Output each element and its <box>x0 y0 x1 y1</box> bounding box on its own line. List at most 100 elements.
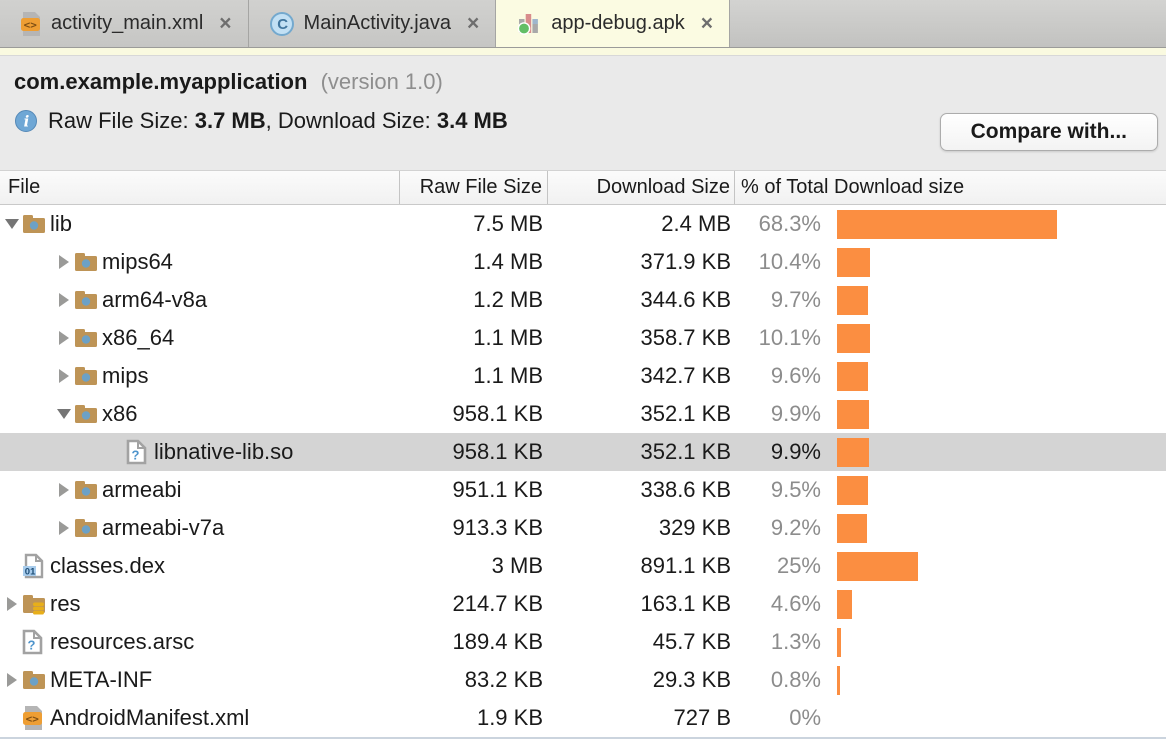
file-cell: x86_64 <box>0 325 400 351</box>
row-mips[interactable]: mips1.1 MB342.7 KB9.6% <box>0 357 1166 395</box>
raw-file-size: 1.2 MB <box>400 287 548 313</box>
raw-file-size: 1.1 MB <box>400 325 548 351</box>
column-header-download-size[interactable]: Download Size <box>548 171 735 204</box>
folder-icon <box>22 669 50 691</box>
close-icon[interactable]: × <box>701 13 713 34</box>
percent-of-total: 0.8% <box>735 667 828 693</box>
percent-bar-cell <box>828 699 1166 737</box>
triangle-right-icon <box>59 255 69 269</box>
expand-toggle-icon[interactable] <box>55 483 72 497</box>
tab-label: app-debug.apk <box>551 12 684 35</box>
download-size: 371.9 KB <box>548 249 735 275</box>
triangle-right-icon <box>7 673 17 687</box>
tab-MainActivity.java[interactable]: CMainActivity.java× <box>249 0 497 47</box>
percent-of-total: 0% <box>735 705 828 731</box>
percent-bar-cell <box>828 547 1166 585</box>
triangle-right-icon <box>59 521 69 535</box>
row-x86_64[interactable]: x86_64 1.1 MB358.7 KB10.1% <box>0 319 1166 357</box>
percent-bar <box>837 324 870 353</box>
collapse-toggle-icon[interactable] <box>3 219 20 229</box>
tree-indent <box>0 452 107 453</box>
file-name: arm64-v8a <box>102 287 207 313</box>
row-armeabi-v7a[interactable]: armeabi-v7a913.3 KB329 KB9.2% <box>0 509 1166 547</box>
row-AndroidManifest.xml[interactable]: <>AndroidManifest.xml1.9 KB727 B0% <box>0 699 1166 737</box>
folder-icon <box>74 365 102 387</box>
svg-text:<>: <> <box>24 18 38 31</box>
tree-indent <box>0 490 55 491</box>
close-icon[interactable]: × <box>467 13 479 34</box>
percent-bar <box>837 248 870 277</box>
package-version: (version 1.0) <box>321 69 443 94</box>
compare-with-button[interactable]: Compare with... <box>940 113 1158 151</box>
percent-of-total: 9.7% <box>735 287 828 313</box>
close-icon[interactable]: × <box>219 13 231 34</box>
percent-bar-cell <box>828 623 1166 661</box>
tree-indent <box>0 338 55 339</box>
row-META-INF[interactable]: META-INF83.2 KB29.3 KB0.8% <box>0 661 1166 699</box>
file-cell: ?resources.arsc <box>0 629 400 655</box>
raw-file-size: 1.9 KB <box>400 705 548 731</box>
download-size: 727 B <box>548 705 735 731</box>
java-class-icon: C <box>269 11 295 37</box>
row-resources.arsc[interactable]: ?resources.arsc189.4 KB45.7 KB1.3% <box>0 623 1166 661</box>
tree-indent <box>0 642 3 643</box>
tab-activity_main.xml[interactable]: <>activity_main.xml× <box>0 0 249 47</box>
percent-bar <box>837 476 868 505</box>
row-mips64[interactable]: mips641.4 MB371.9 KB10.4% <box>0 243 1166 281</box>
file-name: x86_64 <box>102 325 174 351</box>
unknown-file-icon: ? <box>22 629 50 655</box>
raw-file-size: 951.1 KB <box>400 477 548 503</box>
percent-of-total: 9.9% <box>735 401 828 427</box>
percent-of-total: 25% <box>735 553 828 579</box>
column-header-raw-file-size[interactable]: Raw File Size <box>400 171 548 204</box>
row-x86[interactable]: x86958.1 KB352.1 KB9.9% <box>0 395 1166 433</box>
file-cell: armeabi <box>0 477 400 503</box>
folder-icon <box>74 479 102 501</box>
percent-bar-cell <box>828 661 1166 699</box>
summary-segment: , Download Size: <box>266 108 437 133</box>
percent-bar-cell <box>828 319 1166 357</box>
percent-of-total: 9.5% <box>735 477 828 503</box>
row-armeabi[interactable]: armeabi951.1 KB338.6 KB9.5% <box>0 471 1166 509</box>
file-cell: <>AndroidManifest.xml <box>0 705 400 731</box>
expand-toggle-icon[interactable] <box>3 597 20 611</box>
svg-text:i: i <box>24 113 30 131</box>
row-arm64-v8a[interactable]: arm64-v8a1.2 MB344.6 KB9.7% <box>0 281 1166 319</box>
row-res[interactable]: res214.7 KB163.1 KB4.6% <box>0 585 1166 623</box>
percent-bar-cell <box>828 395 1166 433</box>
expand-toggle-icon[interactable] <box>55 293 72 307</box>
expand-toggle-icon[interactable] <box>55 369 72 383</box>
row-classes.dex[interactable]: 01classes.dex3 MB891.1 KB25% <box>0 547 1166 585</box>
raw-file-size: 958.1 KB <box>400 401 548 427</box>
raw-file-size: 214.7 KB <box>400 591 548 617</box>
expand-toggle-icon[interactable] <box>3 673 20 687</box>
percent-of-total: 9.6% <box>735 363 828 389</box>
file-cell: armeabi-v7a <box>0 515 400 541</box>
file-cell: META-INF <box>0 667 400 693</box>
percent-bar <box>837 210 1057 239</box>
active-file-accent-strip <box>0 48 1166 56</box>
package-line: com.example.myapplication (version 1.0) <box>14 56 1166 95</box>
tab-app-debug.apk[interactable]: app-debug.apk × <box>496 0 730 47</box>
expand-toggle-icon[interactable] <box>55 255 72 269</box>
row-lib[interactable]: lib7.5 MB2.4 MB68.3% <box>0 205 1166 243</box>
download-size: 358.7 KB <box>548 325 735 351</box>
file-cell: mips <box>0 363 400 389</box>
column-header-file[interactable]: File <box>0 171 400 204</box>
expand-toggle-icon[interactable] <box>55 521 72 535</box>
download-size: 352.1 KB <box>548 439 735 465</box>
file-cell: 01classes.dex <box>0 553 400 579</box>
folder-icon <box>74 517 102 539</box>
raw-file-size: 189.4 KB <box>400 629 548 655</box>
folder-icon <box>74 327 102 349</box>
row-libnative-lib.so[interactable]: ?libnative-lib.so958.1 KB352.1 KB9.9% <box>0 433 1166 471</box>
file-name: x86 <box>102 401 137 427</box>
raw-file-size: 7.5 MB <box>400 211 548 237</box>
download-size-value: 3.4 MB <box>437 108 508 133</box>
xml-file-icon: <> <box>20 11 42 37</box>
collapse-toggle-icon[interactable] <box>55 409 72 419</box>
percent-of-total: 10.1% <box>735 325 828 351</box>
expand-toggle-icon[interactable] <box>55 331 72 345</box>
file-cell: lib <box>0 211 400 237</box>
column-header-percent-of-total[interactable]: % of Total Download size <box>735 171 1166 204</box>
